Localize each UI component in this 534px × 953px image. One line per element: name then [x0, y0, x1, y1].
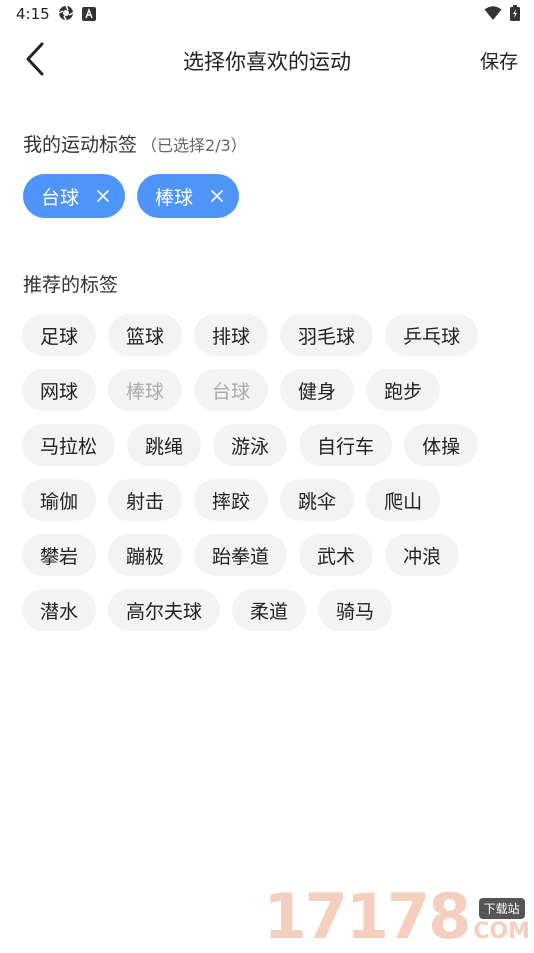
tag-row: 攀岩 蹦极 跆拳道 武术 冲浪 — [22, 534, 522, 576]
tag-row: 网球 棒球 台球 健身 跑步 — [22, 369, 522, 411]
recommended-tag[interactable]: 跳伞 — [280, 479, 355, 521]
status-left-icons — [58, 5, 96, 25]
recommended-tag[interactable]: 乒乓球 — [385, 314, 479, 356]
recommended-tag[interactable]: 足球 — [22, 314, 97, 356]
recommended-tag[interactable]: 攀岩 — [22, 534, 97, 576]
selected-tag-chip[interactable]: 棒球 — [137, 174, 240, 218]
recommended-tag[interactable]: 跑步 — [366, 369, 441, 411]
recommended-tag[interactable]: 羽毛球 — [280, 314, 374, 356]
tag-row: 瑜伽 射击 摔跤 跳伞 爬山 — [22, 479, 522, 521]
watermark: 17178 下载站 COM — [264, 886, 530, 948]
recommended-tag[interactable]: 瑜伽 — [22, 479, 97, 521]
tag-row: 潜水 高尔夫球 柔道 骑马 — [22, 589, 522, 631]
recommended-tag[interactable]: 马拉松 — [22, 424, 116, 466]
recommended-tags-grid: 足球 篮球 排球 羽毛球 乒乓球 网球 棒球 台球 健身 跑步 马拉松 跳绳 游泳 自行车 体操 瑜伽 射击 摔跤… — [22, 314, 522, 644]
close-icon[interactable] — [211, 190, 223, 202]
recommended-tag[interactable]: 游泳 — [213, 424, 288, 466]
status-bar: 4:15 — [0, 0, 534, 28]
my-tags-title-text: 我的运动标签 — [23, 134, 138, 156]
recommended-tags-title: 推荐的标签 — [23, 274, 119, 296]
recommended-tag: 台球 — [194, 369, 269, 411]
save-button[interactable]: 保存 — [480, 47, 518, 74]
status-time: 4:15 — [16, 5, 50, 23]
selected-tag-label: 台球 — [41, 186, 80, 209]
battery-icon — [510, 5, 520, 25]
header: 选择你喜欢的运动 保存 — [0, 36, 534, 86]
recommended-tag[interactable]: 潜水 — [22, 589, 97, 631]
recommended-tag[interactable]: 射击 — [108, 479, 183, 521]
recommended-tag[interactable]: 柔道 — [232, 589, 307, 631]
recommended-tag[interactable]: 健身 — [280, 369, 355, 411]
status-right-icons — [484, 5, 520, 25]
recommended-tag[interactable]: 体操 — [404, 424, 479, 466]
close-icon[interactable] — [97, 190, 109, 202]
recommended-tag[interactable]: 跆拳道 — [194, 534, 288, 576]
recommended-tag[interactable]: 武术 — [299, 534, 374, 576]
recommended-tag[interactable]: 冲浪 — [385, 534, 460, 576]
page-title: 选择你喜欢的运动 — [183, 50, 351, 74]
recommended-tag[interactable]: 网球 — [22, 369, 97, 411]
selected-tag-label: 棒球 — [155, 186, 194, 209]
recommended-tag[interactable]: 蹦极 — [108, 534, 183, 576]
selected-count-note: （已选择2/3） — [141, 136, 247, 155]
recommended-tag: 棒球 — [108, 369, 183, 411]
recommended-tag[interactable]: 高尔夫球 — [108, 589, 221, 631]
recommended-tag[interactable]: 爬山 — [366, 479, 441, 521]
watermark-badge: 下载站 — [478, 898, 525, 919]
aperture-icon — [58, 5, 74, 25]
watermark-side: 下载站 COM — [473, 898, 530, 944]
tag-row: 马拉松 跳绳 游泳 自行车 体操 — [22, 424, 522, 466]
tag-row: 足球 篮球 排球 羽毛球 乒乓球 — [22, 314, 522, 356]
recommended-tag[interactable]: 篮球 — [108, 314, 183, 356]
recommended-tag[interactable]: 自行车 — [299, 424, 393, 466]
my-tags-title: 我的运动标签 （已选择2/3） — [23, 130, 247, 157]
recommended-tag[interactable]: 排球 — [194, 314, 269, 356]
watermark-number: 17178 — [263, 880, 472, 953]
recommended-tag[interactable]: 摔跤 — [194, 479, 269, 521]
selected-tag-chip[interactable]: 台球 — [23, 174, 126, 218]
recommended-tag[interactable]: 骑马 — [318, 589, 393, 631]
recommended-tag[interactable]: 跳绳 — [127, 424, 202, 466]
wifi-icon — [484, 5, 502, 25]
watermark-suffix: COM — [473, 919, 530, 944]
selected-tags: 台球 棒球 — [23, 174, 240, 218]
app-notification-icon — [82, 6, 96, 25]
